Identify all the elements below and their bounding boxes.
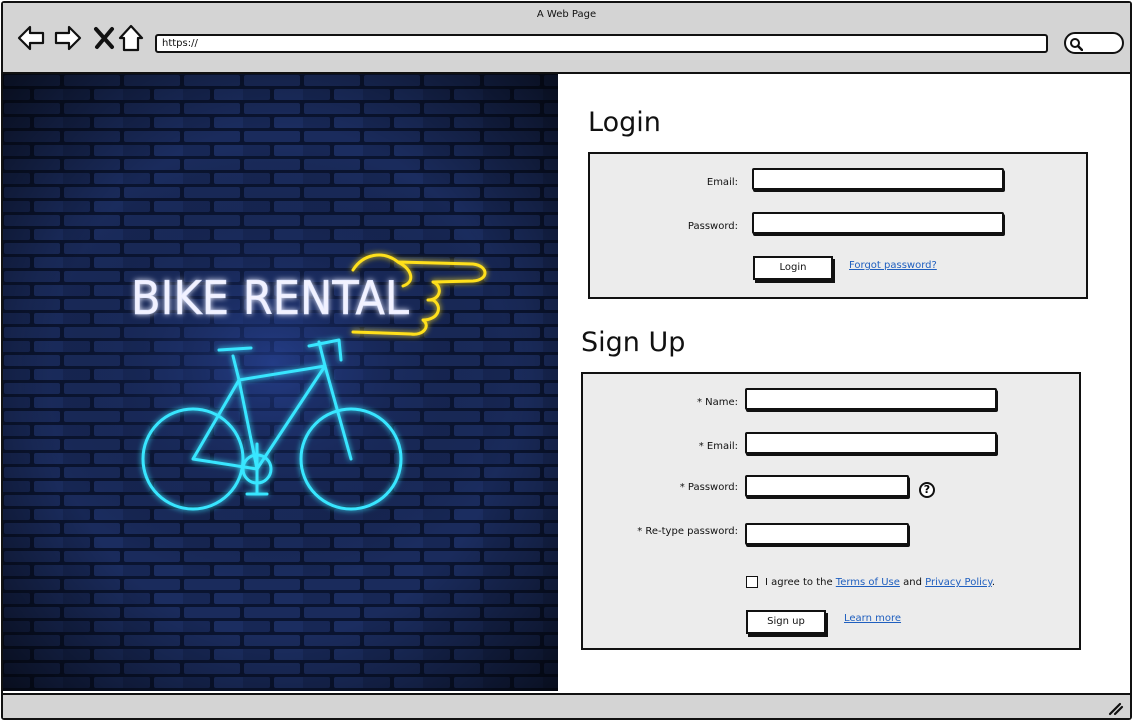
address-bar[interactable]: https://	[155, 34, 1048, 53]
signup-email-label: * Email:	[698, 441, 738, 452]
signup-name-label: * Name:	[696, 397, 738, 408]
login-email-label: Email:	[706, 177, 738, 188]
window-title: A Web Page	[536, 9, 597, 20]
forgot-password-link[interactable]: Forgot password?	[849, 260, 937, 271]
forward-arrow-icon[interactable]	[53, 23, 83, 53]
agree-and-text: and	[903, 577, 922, 588]
resize-handle-icon[interactable]	[1108, 702, 1124, 716]
search-icon	[1070, 38, 1083, 51]
neon-sign-text: BIKE RENTAL	[131, 271, 409, 325]
agree-prefix-text: I agree to the	[765, 577, 833, 588]
login-button[interactable]: Login	[753, 256, 833, 280]
browser-search-field[interactable]	[1064, 32, 1124, 54]
terms-of-use-link[interactable]: Terms of Use	[836, 577, 900, 588]
privacy-policy-link[interactable]: Privacy Policy	[925, 577, 992, 588]
browser-status-bar	[3, 693, 1130, 718]
back-arrow-icon[interactable]	[16, 23, 46, 53]
signup-heading: Sign Up	[581, 327, 686, 358]
signup-retype-password-label: * Re-type password:	[637, 526, 738, 537]
signup-name-input[interactable]	[745, 388, 997, 410]
signup-retype-password-input[interactable]	[745, 523, 909, 545]
login-heading: Login	[588, 107, 661, 138]
signup-password-input[interactable]	[745, 475, 909, 497]
login-password-input[interactable]	[752, 212, 1004, 234]
browser-window: A Web Page https:// BIKE RENTAL Login Em…	[1, 1, 1132, 720]
signup-button[interactable]: Sign up	[746, 610, 826, 634]
login-email-input[interactable]	[752, 168, 1004, 190]
login-password-label: Password:	[687, 221, 738, 232]
agree-terms-text: I agree to the Terms of Use and Privacy …	[765, 577, 995, 588]
password-help-icon[interactable]: ?	[919, 482, 935, 498]
agree-terms-checkbox[interactable]	[746, 576, 758, 588]
signup-password-label: * Password:	[679, 482, 738, 493]
browser-toolbar: A Web Page https://	[3, 3, 1130, 74]
neon-brick-wall-image: BIKE RENTAL	[3, 74, 558, 691]
bike-rental-hero-image: BIKE RENTAL	[3, 74, 558, 691]
learn-more-link[interactable]: Learn more	[844, 613, 901, 624]
signup-email-input[interactable]	[745, 432, 997, 454]
signup-panel: * Name: * Email: * Password: ? * Re-type…	[581, 372, 1081, 650]
agree-suffix-text: .	[991, 577, 996, 588]
login-panel: Email: Password: Login Forgot password?	[588, 152, 1088, 299]
home-icon[interactable]	[116, 23, 146, 53]
